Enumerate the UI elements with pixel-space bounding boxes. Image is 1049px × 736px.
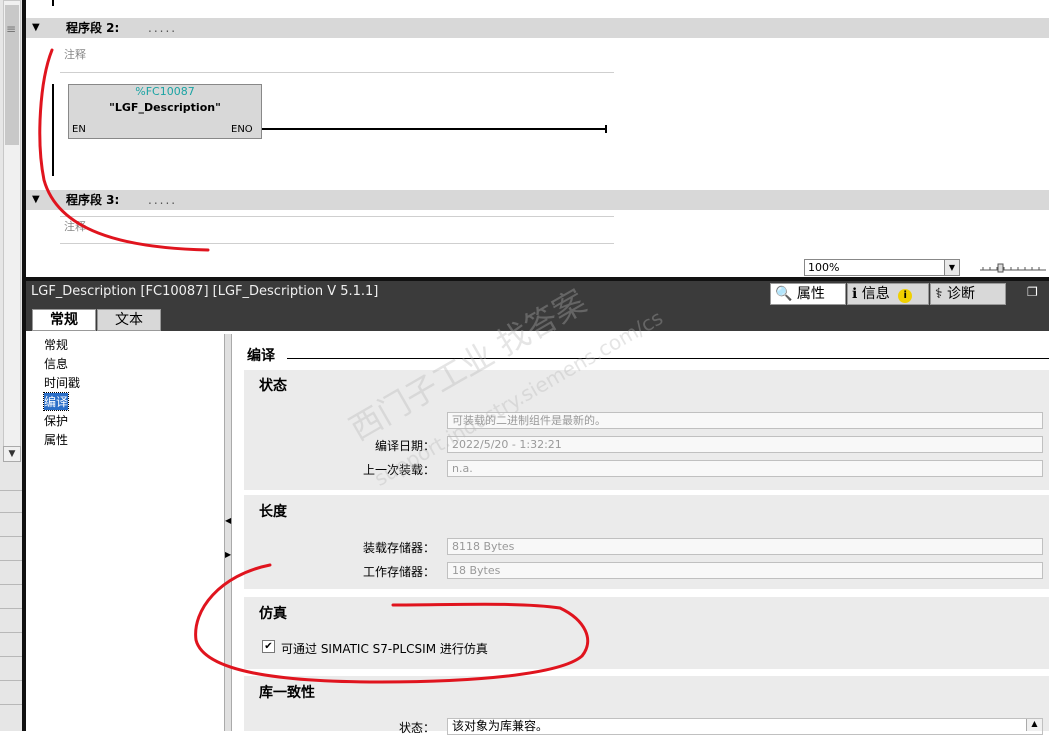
last-load-label: 上一次装载： xyxy=(362,463,435,477)
divider xyxy=(0,560,22,561)
network-comment[interactable]: 注释 xyxy=(64,218,86,234)
last-load-field: n.a. xyxy=(447,460,1043,477)
divider xyxy=(0,632,22,633)
collapse-left-icon[interactable]: ◀ xyxy=(225,516,231,525)
network-placeholder: ..... xyxy=(148,193,178,207)
length-title: 长度 xyxy=(259,504,287,520)
divider xyxy=(0,656,22,657)
network-comment[interactable]: 注释 xyxy=(64,46,86,62)
compile-date-label: 编译日期： xyxy=(374,439,435,453)
power-rail xyxy=(52,0,54,6)
function-block[interactable]: %FC10087 "LGF_Description" EN ENO xyxy=(68,84,262,139)
comment-underline xyxy=(60,243,614,244)
status-title: 状态 xyxy=(259,378,287,394)
expand-right-icon[interactable]: ▶ xyxy=(225,550,231,559)
tab-properties[interactable]: 🔍 属性 xyxy=(770,283,846,305)
work-memory-label: 工作存储器： xyxy=(362,565,435,579)
properties-icon: 🔍 xyxy=(775,286,793,302)
network-title: 程序段 2: xyxy=(66,21,120,35)
divider xyxy=(0,680,22,681)
section-rule xyxy=(287,358,1049,359)
simulation-title: 仿真 xyxy=(259,606,287,622)
block-address: %FC10087 xyxy=(135,85,195,98)
nav-compile[interactable]: 编译 xyxy=(42,392,70,411)
block-name: "LGF_Description" xyxy=(109,101,221,114)
library-status-field: 该对象为库兼容。 xyxy=(447,718,1043,735)
zoom-select[interactable]: 100% xyxy=(804,259,960,276)
section-header: 编译 xyxy=(247,348,275,364)
divider xyxy=(0,608,22,609)
subtab-general[interactable]: 常规 xyxy=(32,309,96,331)
scroll-down-button[interactable]: ▼ xyxy=(3,446,21,462)
nav-protection[interactable]: 保护 xyxy=(44,412,68,429)
tab-label: 信息 xyxy=(861,286,890,302)
info-badge-icon: i xyxy=(898,289,913,303)
divider xyxy=(0,536,22,537)
tab-label: 诊断 xyxy=(947,286,976,302)
restore-panel-icon[interactable]: ❐ xyxy=(1027,285,1039,299)
nav-general[interactable]: 常规 xyxy=(44,336,68,353)
library-status-label: 状态： xyxy=(398,721,435,735)
chevron-down-icon[interactable]: ▼ xyxy=(944,260,959,275)
nav-info[interactable]: 信息 xyxy=(44,355,68,372)
network-3-header[interactable]: ▼ 程序段 3: ..... xyxy=(26,190,1049,210)
nav-splitter[interactable] xyxy=(224,334,232,731)
power-rail xyxy=(52,84,54,176)
plcsim-checkbox-label[interactable]: 可通过 SIMATIC S7-PLCSIM 进行仿真 xyxy=(281,640,488,657)
comment-overline xyxy=(60,216,614,217)
subtab-text[interactable]: 文本 xyxy=(97,309,161,331)
comment-underline xyxy=(60,72,614,73)
tab-info[interactable]: ℹ 信息 i xyxy=(847,283,929,305)
grip-icon: ≡ xyxy=(6,22,17,36)
status-message-field: 可装载的二进制组件是最新的。 xyxy=(447,412,1043,429)
compile-date-field: 2022/5/20 - 1:32:21 xyxy=(447,436,1043,453)
library-title: 库一致性 xyxy=(259,685,315,701)
divider xyxy=(0,490,22,491)
tab-diagnostics[interactable]: ⚕ 诊断 xyxy=(930,283,1006,305)
en-pin[interactable]: EN xyxy=(72,124,86,135)
collapse-icon[interactable]: ▼ xyxy=(32,190,40,210)
network-placeholder: ..... xyxy=(148,21,178,35)
eno-pin[interactable]: ENO xyxy=(231,124,253,135)
work-memory-field: 18 Bytes xyxy=(447,562,1043,579)
info-icon: ℹ xyxy=(852,286,858,302)
wire-end xyxy=(605,125,607,133)
load-memory-label: 装载存储器： xyxy=(362,541,435,555)
connection-wire xyxy=(262,128,606,130)
divider xyxy=(0,704,22,705)
network-2-header[interactable]: ▼ 程序段 2: ..... xyxy=(26,18,1049,38)
divider xyxy=(0,584,22,585)
load-memory-field: 8118 Bytes xyxy=(447,538,1043,555)
collapse-icon[interactable]: ▼ xyxy=(32,18,40,38)
nav-attributes[interactable]: 属性 xyxy=(44,431,68,448)
plcsim-checkbox[interactable]: ✔ xyxy=(262,640,275,653)
scroll-up-icon[interactable]: ▲ xyxy=(1026,719,1042,731)
divider xyxy=(0,512,22,513)
diagnostics-icon: ⚕ xyxy=(935,286,943,302)
nav-timestamps[interactable]: 时间戳 xyxy=(44,374,80,391)
zoom-slider[interactable] xyxy=(978,262,1048,274)
ladder-editor[interactable]: ▼ 程序段 2: ..... 注释 %FC10087 "LGF_Descript… xyxy=(26,0,1049,278)
simulation-group xyxy=(244,597,1049,669)
network-title: 程序段 3: xyxy=(66,193,120,207)
tab-label: 属性 xyxy=(796,286,825,302)
subtab-bar xyxy=(26,305,1049,331)
